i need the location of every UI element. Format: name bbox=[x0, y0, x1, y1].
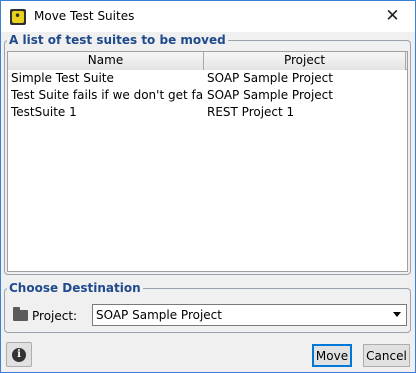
move-button[interactable]: Move bbox=[312, 344, 352, 367]
folder-icon bbox=[13, 307, 28, 321]
table-row[interactable]: Test Suite fails if we don't get faults … bbox=[8, 87, 407, 104]
destination-group-title: Choose Destination bbox=[7, 281, 143, 295]
info-icon: i bbox=[12, 347, 26, 362]
table-row[interactable]: Simple Test Suite SOAP Sample Project bbox=[8, 70, 407, 87]
cell-project: SOAP Sample Project bbox=[207, 88, 333, 102]
cell-name: TestSuite 1 bbox=[11, 105, 77, 119]
project-select[interactable]: SOAP Sample Project bbox=[92, 304, 407, 326]
table-row[interactable]: TestSuite 1 REST Project 1 bbox=[8, 104, 407, 121]
cell-project: SOAP Sample Project bbox=[207, 71, 333, 85]
cell-project: REST Project 1 bbox=[207, 105, 295, 119]
window-title: Move Test Suites bbox=[34, 9, 135, 23]
soapui-app-icon bbox=[10, 9, 26, 25]
project-select-value: SOAP Sample Project bbox=[96, 308, 222, 322]
test-suites-table[interactable]: Name Project Simple Test Suite SOAP Samp… bbox=[7, 51, 408, 272]
move-test-suites-dialog: Move Test Suites ✕ A list of test suites… bbox=[0, 0, 416, 373]
column-header-project[interactable]: Project bbox=[204, 52, 406, 70]
cell-name: Test Suite fails if we don't get faults bbox=[11, 88, 204, 102]
table-header: Name Project bbox=[8, 52, 407, 70]
column-header-name[interactable]: Name bbox=[8, 52, 204, 70]
cancel-button[interactable]: Cancel bbox=[363, 344, 410, 367]
project-label: Project: bbox=[32, 309, 78, 323]
dialog-body: A list of test suites to be moved Name P… bbox=[1, 32, 415, 372]
test-suites-group: A list of test suites to be moved Name P… bbox=[4, 33, 411, 275]
dropdown-arrow-icon[interactable] bbox=[393, 312, 401, 317]
title-bar: Move Test Suites ✕ bbox=[1, 1, 415, 32]
test-suites-group-title: A list of test suites to be moved bbox=[7, 33, 228, 47]
cell-name: Simple Test Suite bbox=[11, 71, 114, 85]
info-button[interactable]: i bbox=[6, 342, 32, 367]
close-button[interactable]: ✕ bbox=[370, 1, 415, 31]
destination-group: Choose Destination Project: SOAP Sample … bbox=[4, 281, 411, 333]
